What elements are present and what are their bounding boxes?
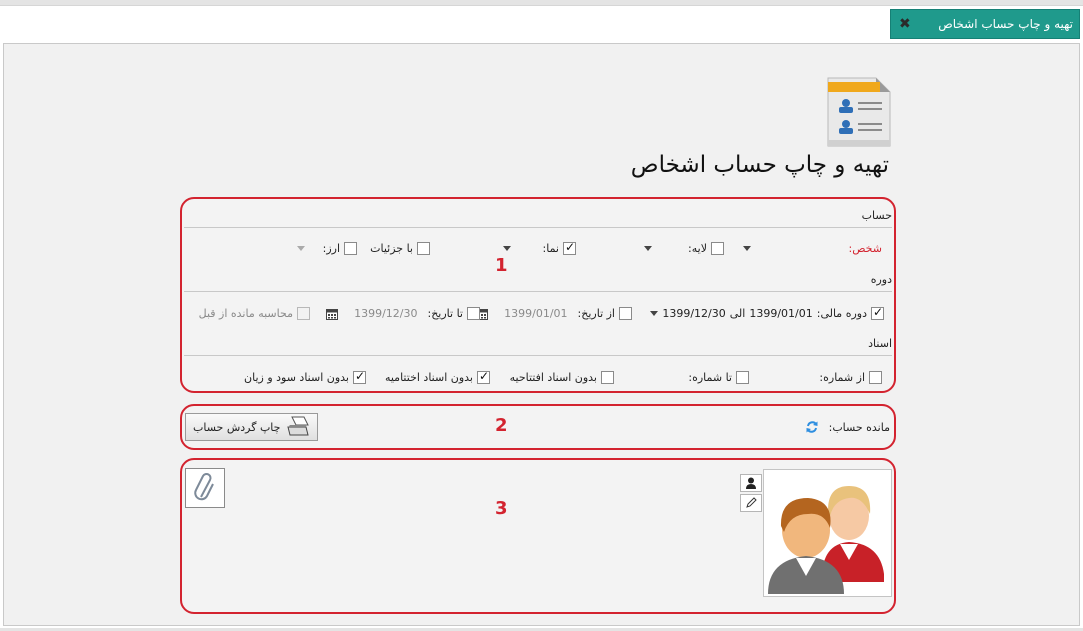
select-person-button[interactable] [740, 474, 762, 492]
from-number-checkbox[interactable] [869, 371, 882, 384]
calc-prior-balance-field[interactable]: محاسبه مانده از قبل [199, 307, 310, 320]
person-dropdown-icon[interactable] [742, 246, 751, 251]
nama-checkbox[interactable] [563, 240, 576, 255]
pencil-icon [746, 497, 757, 508]
layer-dropdown-icon[interactable] [644, 246, 653, 251]
print-button-label: چاپ گردش حساب [193, 420, 281, 434]
details-field[interactable]: با جزئیات [370, 242, 430, 255]
edit-person-button[interactable] [740, 494, 762, 512]
currency-field[interactable]: ارز: [296, 242, 357, 255]
fiscal-between-label: الی [729, 307, 746, 320]
from-date-value: 1399/01/01 [504, 307, 568, 320]
tab-title: تهیه و چاپ حساب اشخاص [938, 17, 1073, 31]
no-closing-docs-checkbox[interactable] [477, 369, 490, 384]
attachment-button[interactable] [185, 468, 225, 508]
person-label: شخص: [848, 242, 883, 255]
layer-checkbox[interactable] [711, 242, 724, 255]
to-date-label: تا تاریخ: [427, 307, 463, 320]
calc-prior-balance-checkbox[interactable] [297, 307, 310, 320]
fiscal-period-dropdown-icon[interactable] [650, 311, 659, 316]
fiscal-to-value: 1399/12/30 [662, 307, 726, 320]
layer-label: لایه: [688, 242, 707, 255]
person-card-group: 3 [180, 458, 896, 614]
from-number-field[interactable]: از شماره: [819, 371, 882, 384]
page-title: تهیه و چاپ حساب اشخاص [630, 152, 889, 178]
no-profit-loss-docs-field[interactable]: بدون اسناد سود و زیان [244, 369, 366, 384]
no-profit-loss-docs-label: بدون اسناد سود و زیان [244, 371, 349, 384]
fiscal-from-value: 1399/01/01 [749, 307, 813, 320]
to-date-value: 1399/12/30 [354, 307, 418, 320]
to-number-field[interactable]: تا شماره: [688, 371, 749, 384]
calc-prior-balance-label: محاسبه مانده از قبل [198, 307, 293, 320]
details-label: با جزئیات [370, 242, 413, 255]
print-account-turnover-button[interactable]: چاپ گردش حساب [185, 413, 319, 441]
from-number-label: از شماره: [819, 371, 865, 384]
close-icon[interactable]: ✖ [899, 16, 911, 32]
refresh-icon[interactable] [805, 420, 819, 434]
annotation-number-1: 1 [495, 255, 508, 276]
from-date-field[interactable]: از تاریخ: 1399/01/01 [476, 307, 632, 320]
details-checkbox[interactable] [417, 242, 430, 255]
from-date-checkbox[interactable] [619, 307, 632, 320]
to-number-checkbox[interactable] [736, 371, 749, 384]
calendar-icon[interactable] [326, 308, 339, 320]
balance-label: مانده حساب: [828, 420, 890, 434]
annotation-number-2: 2 [495, 415, 508, 436]
main-panel: تهیه و چاپ حساب اشخاص حساب شخص: لایه: نم… [3, 43, 1080, 626]
person-field[interactable]: شخص: [742, 242, 883, 255]
to-date-checkbox[interactable] [467, 307, 480, 320]
person-icon [746, 477, 756, 489]
nama-field[interactable]: نما: [502, 240, 576, 255]
to-number-label: تا شماره: [688, 371, 732, 384]
currency-dropdown-icon[interactable] [296, 246, 305, 251]
paperclip-icon [194, 473, 214, 501]
divider [184, 291, 892, 292]
annotation-number-3: 3 [495, 498, 508, 519]
section-label-documents: اسناد [868, 337, 892, 350]
fiscal-period-checkbox[interactable] [871, 305, 884, 320]
fiscal-period-label: دوره مالی: [816, 307, 867, 320]
divider [184, 227, 892, 228]
person-avatar [763, 469, 892, 597]
section-label-period: دوره [870, 273, 892, 286]
currency-checkbox[interactable] [344, 242, 357, 255]
no-profit-loss-docs-checkbox[interactable] [353, 369, 366, 384]
no-closing-docs-field[interactable]: بدون اسناد اختتامیه [384, 369, 490, 384]
no-opening-docs-label: بدون اسناد افتتاحیه [509, 371, 597, 384]
balance-group: مانده حساب: 2 چاپ گردش حساب [180, 404, 896, 450]
layer-field[interactable]: لایه: [644, 242, 724, 255]
nama-label: نما: [542, 242, 559, 255]
currency-label: ارز: [322, 242, 340, 255]
top-strip [0, 0, 1083, 6]
print-icon [287, 416, 310, 436]
no-opening-docs-checkbox[interactable] [601, 371, 614, 384]
contacts-document-icon [827, 77, 891, 147]
filter-group: حساب شخص: لایه: نما: با جزئیات ارز: [180, 197, 896, 393]
no-closing-docs-label: بدون اسناد اختتامیه [384, 371, 473, 384]
people-avatar-icon [768, 486, 884, 594]
nama-dropdown-icon[interactable] [502, 246, 511, 251]
to-date-field[interactable]: تا تاریخ: 1399/12/30 [326, 307, 480, 320]
from-date-label: از تاریخ: [577, 307, 615, 320]
balance-field: مانده حساب: [805, 420, 890, 434]
no-opening-docs-field[interactable]: بدون اسناد افتتاحیه [510, 371, 614, 384]
fiscal-period-field[interactable]: دوره مالی: 1399/01/01 الی 1399/12/30 [650, 305, 884, 320]
divider [184, 355, 892, 356]
tab-person-accounts[interactable]: ✖ تهیه و چاپ حساب اشخاص [890, 9, 1080, 39]
section-label-account: حساب [861, 209, 892, 222]
